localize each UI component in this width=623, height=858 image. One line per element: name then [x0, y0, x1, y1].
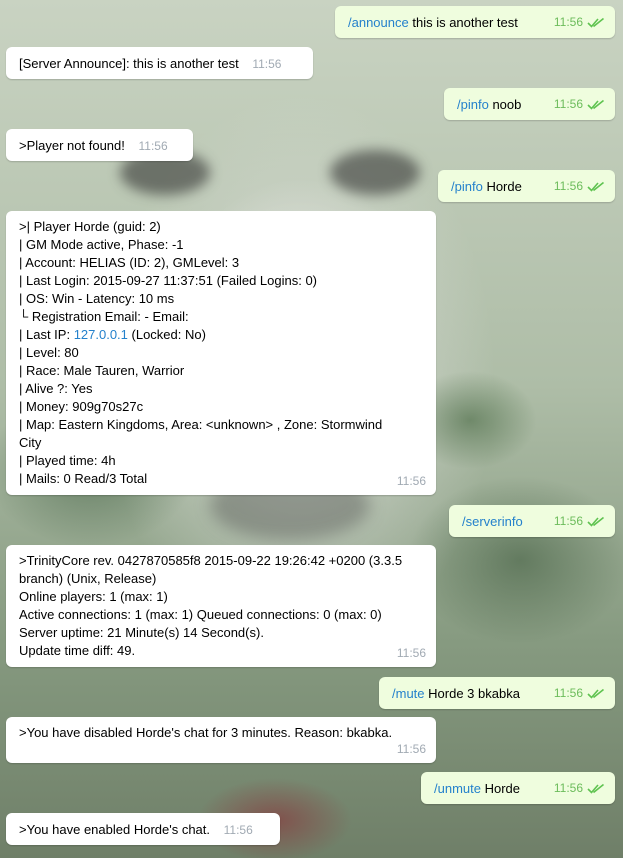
double-check-icon — [587, 99, 604, 110]
incoming-message[interactable]: >You have enabled Horde's chat. 11:56 — [6, 813, 280, 845]
command-link[interactable]: /serverinfo — [462, 514, 523, 529]
command-link[interactable]: /pinfo — [457, 97, 489, 112]
message-line: Active connections: 1 (max: 1) Queued co… — [19, 607, 382, 622]
message-text: Horde — [484, 781, 521, 796]
message-line: | Played time: 4h — [19, 453, 116, 468]
message-time: 11:56 — [553, 781, 583, 795]
message-line: | GM Mode active, Phase: -1 — [19, 237, 184, 252]
message-line: Update time diff: 49. — [19, 643, 136, 658]
message-line: | Alive ?: Yes — [19, 381, 93, 396]
message-line: | Last Login: 2015-09-27 11:37:51 (Faile… — [19, 273, 318, 288]
double-check-icon — [587, 783, 604, 794]
outgoing-message[interactable]: /pinfo noob 11:56 — [444, 88, 615, 120]
line-text: | Last IP: — [19, 327, 74, 342]
double-check-icon — [587, 688, 604, 699]
command-link[interactable]: /unmute — [434, 781, 481, 796]
message-time: 11:56 — [252, 57, 282, 71]
message-time: 11:56 — [553, 514, 583, 528]
double-check-icon — [587, 17, 604, 28]
double-check-icon — [587, 181, 604, 192]
message-line: | Level: 80 — [19, 345, 79, 360]
message-line: | Last IP: 127.0.0.1 (Locked: No) — [19, 326, 424, 344]
message-line: >TrinityCore rev. 0427870585f8 2015-09-2… — [19, 553, 403, 568]
message-text: this is another test — [412, 15, 518, 30]
message-text: >You have disabled Horde's chat for 3 mi… — [19, 725, 393, 740]
message-line: | Money: 909g70s27c — [19, 399, 144, 414]
outgoing-message[interactable]: /unmute Horde 11:56 — [421, 772, 615, 804]
message-time: 11:56 — [396, 742, 426, 756]
message-time: 11:56 — [223, 823, 253, 837]
double-check-icon — [587, 516, 604, 527]
message-line: | Account: HELIAS (ID: 2), GMLevel: 3 — [19, 255, 240, 270]
incoming-message[interactable]: >TrinityCore rev. 0427870585f8 2015-09-2… — [6, 545, 436, 667]
message-time: 11:56 — [138, 139, 168, 153]
message-time: 11:56 — [553, 179, 583, 193]
ip-link[interactable]: 127.0.0.1 — [74, 327, 128, 342]
message-text: noob — [492, 97, 522, 112]
message-text: >You have enabled Horde's chat. — [19, 822, 211, 837]
outgoing-message[interactable]: /announce this is another test 11:56 — [335, 6, 615, 38]
outgoing-message[interactable]: /serverinfo 11:56 — [449, 505, 615, 537]
message-text: Horde — [486, 179, 522, 194]
message-time: 11:56 — [396, 474, 426, 488]
message-line: >| Player Horde (guid: 2) — [19, 219, 161, 234]
incoming-message[interactable]: >Player not found! 11:56 — [6, 129, 193, 161]
message-line: Online players: 1 (max: 1) — [19, 589, 168, 604]
wallpaper-shadow — [330, 150, 420, 195]
outgoing-message[interactable]: /mute Horde 3 bkabka 11:56 — [379, 677, 615, 709]
outgoing-message[interactable]: /pinfo Horde 11:56 — [438, 170, 615, 202]
message-line: └ Registration Email: - Email: — [19, 309, 189, 324]
message-time: 11:56 — [553, 15, 583, 29]
message-line: Server uptime: 21 Minute(s) 14 Second(s)… — [19, 625, 264, 640]
line-text: (Locked: No) — [127, 327, 206, 342]
incoming-message[interactable]: >You have disabled Horde's chat for 3 mi… — [6, 717, 436, 763]
message-line: City — [19, 435, 42, 450]
message-text: Horde 3 bkabka — [428, 686, 520, 701]
message-line: | Race: Male Tauren, Warrior — [19, 363, 185, 378]
message-line: branch) (Unix, Release) — [19, 571, 157, 586]
command-link[interactable]: /announce — [348, 15, 409, 30]
message-time: 11:56 — [553, 97, 583, 111]
incoming-message[interactable]: >| Player Horde (guid: 2) | GM Mode acti… — [6, 211, 436, 495]
message-text: [Server Announce]: this is another test — [19, 56, 239, 71]
command-link[interactable]: /mute — [392, 686, 425, 701]
command-link[interactable]: /pinfo — [451, 179, 483, 194]
message-time: 11:56 — [396, 646, 426, 660]
message-line: | Mails: 0 Read/3 Total — [19, 471, 148, 486]
message-line: | Map: Eastern Kingdoms, Area: <unknown>… — [19, 417, 383, 432]
incoming-message[interactable]: [Server Announce]: this is another test … — [6, 47, 313, 79]
message-time: 11:56 — [553, 686, 583, 700]
message-text: >Player not found! — [19, 138, 125, 153]
message-line: | OS: Win - Latency: 10 ms — [19, 291, 175, 306]
